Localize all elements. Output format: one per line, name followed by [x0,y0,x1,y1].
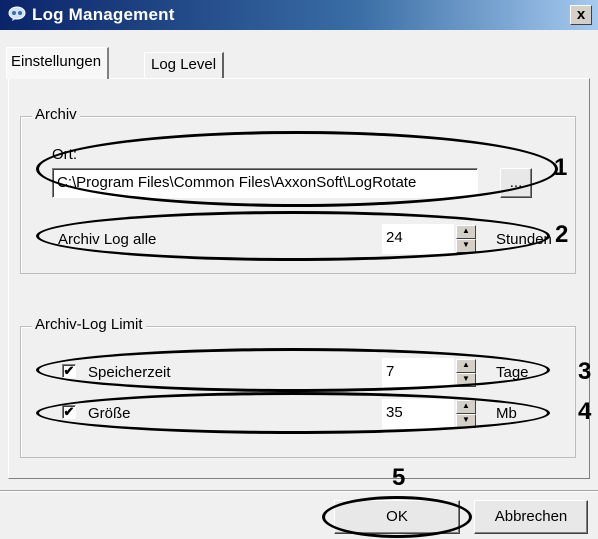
annotation-ellipse-3 [36,348,550,392]
close-icon: x [576,6,586,23]
cancel-button[interactable]: Abbrechen [474,500,588,534]
annotation-ellipse-1 [36,131,558,207]
archive-group-label: Archiv [32,106,80,123]
annotation-number-5: 5 [392,464,406,491]
tab-label: Log Level [151,56,217,73]
annotation-number-2: 2 [555,221,569,248]
title-bar: Log Management x [0,0,598,30]
annotation-number-3: 3 [578,358,592,385]
close-button[interactable]: x [570,5,592,25]
window-title: Log Management [32,5,175,24]
tab-einstellungen[interactable]: Einstellungen [6,47,110,79]
annotation-ellipse-5 [322,496,472,538]
tab-label: Einstellungen [11,53,102,70]
annotation-ellipse-2 [36,211,550,261]
limit-group-label: Archiv-Log Limit [32,316,146,333]
annotation-number-4: 4 [578,398,592,425]
tab-log-level[interactable]: Log Level [144,52,225,78]
separator [0,490,598,492]
annotation-ellipse-4 [36,392,550,434]
app-icon [8,6,26,22]
annotation-number-1: 1 [554,154,568,181]
